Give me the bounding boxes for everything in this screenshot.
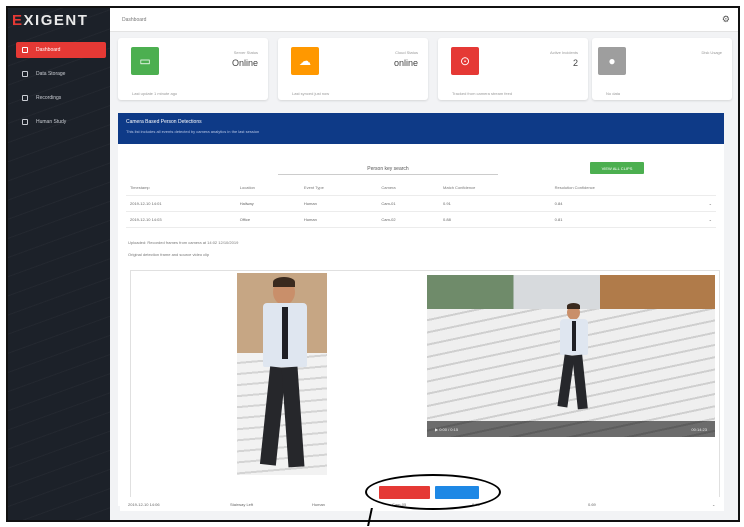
sidebar-item-recordings[interactable]: Recordings <box>16 90 106 106</box>
table-cell: Cam-01 <box>377 195 440 212</box>
detections-panel: Person key search VIEW ALL CLIPS Timesta… <box>118 144 724 506</box>
table-cell: Stairway Left <box>230 501 254 507</box>
sidebar-item-human-study[interactable]: Human Study <box>16 114 106 130</box>
chevron-down-icon[interactable]: ⌄ <box>684 211 716 228</box>
card-footer: No data <box>606 91 621 96</box>
people-icon <box>22 95 28 101</box>
grid-icon <box>22 47 28 53</box>
storage-icon <box>22 71 28 77</box>
table-cell: 2019-12-10 14:03 <box>126 211 236 228</box>
annotation-ellipse <box>365 474 501 510</box>
detections-table: Timestamp Location Event Type Camera Mat… <box>126 180 716 228</box>
table-cell: 0.69 <box>588 501 596 507</box>
sidebar-item-label: Human Study <box>36 119 67 125</box>
stat-card-incidents[interactable]: ⊙ Active Incidents 2 Tracked from camera… <box>438 38 588 100</box>
card-footer: Tracked from camera stream feed <box>452 91 513 96</box>
video-controls: ▶ 0:00 / 0:15 00:14:23 <box>427 421 715 437</box>
play-icon[interactable]: ▶ 0:00 / 0:15 <box>435 427 458 432</box>
detection-info: Original detection frame and source vide… <box>128 252 210 257</box>
detection-media-panel: ▶ 0:00 / 0:15 00:14:23 <box>130 270 720 506</box>
card-value: online <box>393 58 418 68</box>
column-header[interactable]: Camera <box>377 180 440 196</box>
gear-icon[interactable]: ⚙ <box>722 14 730 25</box>
table-cell: 0.84 <box>550 195 685 212</box>
disk-icon: ● <box>598 47 626 75</box>
table-cell: 2019-12-10 14:06 <box>128 501 160 507</box>
video-player[interactable]: ▶ 0:00 / 0:15 00:14:23 <box>427 275 715 437</box>
breadcrumb: Dashboard <box>122 17 147 23</box>
stat-card-disk[interactable]: ● Disk Usage No data <box>592 38 732 100</box>
monitor-icon: ▭ <box>131 47 159 75</box>
column-header[interactable]: Event Type <box>299 180 378 196</box>
card-value: Online <box>231 58 258 68</box>
video-timestamp: 00:14:23 <box>691 426 707 432</box>
banner-title: Camera Based Person Detections <box>126 119 202 125</box>
stat-card-server[interactable]: ▭ Server Status Online Last update 1 min… <box>118 38 268 100</box>
card-label: Active Incidents <box>549 50 578 55</box>
sidebar-item-dashboard[interactable]: Dashboard <box>16 42 106 58</box>
top-bar: Dashboard ⚙ <box>110 8 738 32</box>
pin-icon <box>22 119 28 125</box>
table-cell: Human <box>299 195 378 212</box>
sidebar: EXIGENT Dashboard Data Storage Recording… <box>8 8 110 520</box>
table-cell: 0.91 <box>439 195 551 212</box>
card-footer: Last synced just now <box>292 91 330 96</box>
banner-subtitle: This list includes all events detected b… <box>126 129 260 134</box>
table-cell: 2019-12-10 14:01 <box>126 195 236 212</box>
column-header[interactable]: Resolution Confidence <box>550 180 685 196</box>
chevron-down-icon[interactable]: ⌄ <box>684 195 716 212</box>
reference-search-field[interactable]: Person key search <box>278 166 498 175</box>
sidebar-item-label: Dashboard <box>36 47 61 53</box>
sidebar-item-label: Data Storage <box>36 71 66 77</box>
table-cell: Human <box>312 501 325 507</box>
table-cell: Human <box>299 211 378 228</box>
alert-icon: ⊙ <box>451 47 479 75</box>
cloud-icon: ☁ <box>291 47 319 75</box>
chevron-down-icon[interactable]: ⌄ <box>712 502 715 507</box>
column-header[interactable]: Location <box>235 180 300 196</box>
sidebar-item-data-storage[interactable]: Data Storage <box>16 66 106 82</box>
table-row[interactable]: 2019-12-10 14:01 Hallway Human Cam-01 0.… <box>126 195 716 212</box>
card-value: 2 <box>572 58 578 68</box>
table-row[interactable]: 2019-12-10 14:03 Office Human Cam-02 0.8… <box>126 211 716 228</box>
card-label: Disk Usage <box>701 50 722 55</box>
table-cell: Cam-02 <box>377 211 440 228</box>
sidebar-item-label: Recordings <box>36 95 62 101</box>
column-header[interactable]: Timestamp <box>126 180 236 196</box>
detections-banner: Camera Based Person Detections This list… <box>118 113 724 144</box>
card-label: Cloud Status <box>395 50 418 55</box>
detection-crop-image <box>237 273 327 475</box>
app-logo: EXIGENT <box>12 12 89 29</box>
view-all-clips-button[interactable]: VIEW ALL CLIPS <box>590 162 644 174</box>
table-cell: Hallway <box>235 195 300 212</box>
table-cell: 0.88 <box>439 211 551 228</box>
table-header-row: Timestamp Location Event Type Camera Mat… <box>126 180 716 196</box>
video-time: 0:00 / 0:15 <box>439 426 459 432</box>
table-cell: Office <box>235 211 300 228</box>
stat-card-cloud[interactable]: ☁ Cloud Status online Last synced just n… <box>278 38 428 100</box>
table-cell: 0.81 <box>550 211 685 228</box>
card-label: Server Status <box>233 50 258 55</box>
card-footer: Last update 1 minute ago <box>132 91 178 96</box>
column-header[interactable]: Match Confidence <box>439 180 551 196</box>
upload-info: Uploaded: Recorded frames from camera at… <box>128 240 239 245</box>
